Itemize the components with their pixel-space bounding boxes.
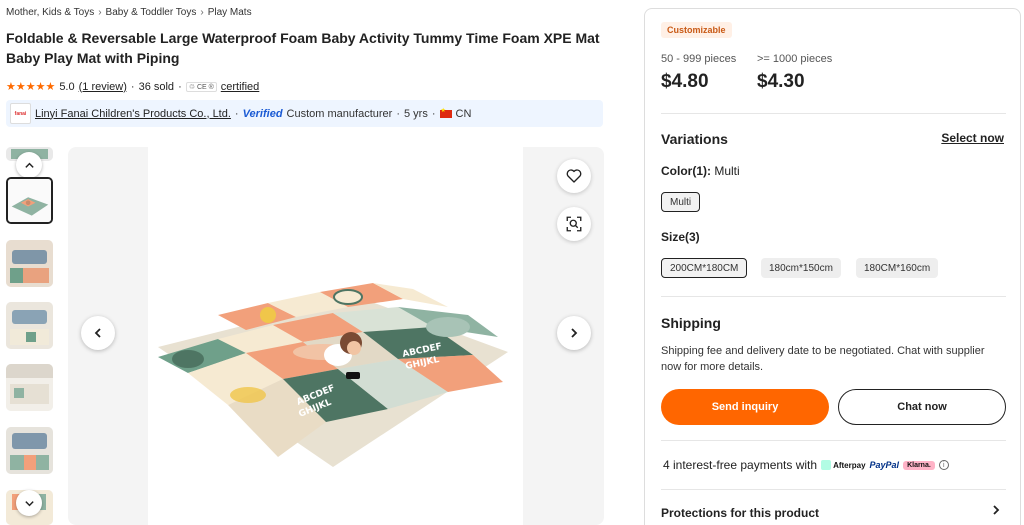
price-tier-quantity: >= 1000 pieces — [757, 53, 833, 65]
mat-thumbnail-graphic — [8, 179, 51, 222]
supplier-bar: fanai Linyi Fanai Children's Products Co… — [6, 100, 603, 127]
price-tier-price: $4.30 — [757, 71, 805, 92]
thumbnails-down-button[interactable] — [16, 490, 42, 516]
supplier-logo[interactable]: fanai — [10, 103, 31, 124]
afterpay-logo: Afterpay — [821, 460, 866, 470]
divider — [661, 113, 1006, 114]
rating-stars-icon: ★★★★★ — [6, 81, 56, 93]
color-label-text: Color(1): — [661, 164, 711, 178]
verified-badge[interactable]: Verified — [243, 108, 283, 120]
size-option-180x150[interactable]: 180cm*150cm — [761, 258, 841, 278]
purchase-panel: Customizable 50 - 999 pieces $4.80 >= 10… — [644, 8, 1021, 525]
supplier-name-link[interactable]: Linyi Fanai Children's Products Co., Ltd… — [35, 108, 231, 120]
color-label: Color(1): Multi — [661, 164, 740, 178]
thumbnail-image[interactable] — [6, 302, 53, 349]
price-tier-price: $4.80 — [661, 71, 709, 92]
next-image-button[interactable] — [557, 316, 591, 350]
thumbnail-image-selected[interactable] — [6, 177, 53, 224]
chevron-left-icon — [94, 328, 101, 338]
afterpay-label: Afterpay — [833, 460, 866, 470]
thumbnail-image[interactable] — [6, 240, 53, 287]
mat-thumbnail-graphic — [6, 240, 53, 287]
afterpay-icon — [821, 460, 832, 470]
chevron-up-icon — [24, 162, 34, 168]
size-option-200x180[interactable]: 200CM*180CM — [661, 258, 748, 278]
price-tier-quantity: 50 - 999 pieces — [661, 53, 737, 65]
price-tier: 50 - 999 pieces $4.80 — [661, 53, 736, 93]
image-search-button[interactable] — [557, 207, 591, 241]
favorite-button[interactable] — [557, 159, 591, 193]
supplier-country: CN — [455, 107, 472, 120]
size-label: Size(3) — [661, 230, 700, 244]
size-label-text: Size(3) — [661, 230, 700, 244]
variations-title: Variations — [661, 131, 728, 147]
dot-separator: · — [396, 107, 400, 120]
breadcrumb: Mother, Kids & Toys › Baby & Toddler Toy… — [6, 7, 252, 18]
customizable-badge: Customizable — [661, 22, 732, 38]
china-flag-icon — [439, 107, 452, 118]
send-inquiry-button[interactable]: Send inquiry — [661, 389, 829, 425]
supplier-type: Custom manufacturer — [286, 107, 393, 120]
shipping-title: Shipping — [661, 315, 721, 331]
breadcrumb-item-mother-kids-toys[interactable]: Mother, Kids & Toys — [6, 7, 94, 18]
scan-search-icon — [566, 216, 582, 232]
paypal-logo: PayPal — [869, 460, 900, 470]
heart-icon — [566, 169, 582, 183]
select-now-link[interactable]: Select now — [941, 131, 1004, 145]
divider — [661, 489, 1006, 490]
color-value: Multi — [714, 164, 740, 178]
chevron-right-icon — [571, 328, 578, 338]
mat-thumbnail-graphic — [6, 427, 53, 474]
thumbnails-up-button[interactable] — [16, 152, 42, 178]
reviews-link[interactable]: (1 review) — [79, 81, 127, 93]
mat-thumbnail-graphic — [6, 302, 53, 349]
divider — [661, 296, 1006, 297]
shipping-description: Shipping fee and delivery date to be neg… — [661, 345, 985, 373]
breadcrumb-separator-icon: › — [200, 7, 204, 18]
payments-text: 4 interest-free payments with — [663, 458, 818, 472]
mat-thumbnail-graphic — [6, 364, 53, 411]
divider — [661, 440, 1006, 441]
breadcrumb-item-baby-toddler-toys[interactable]: Baby & Toddler Toys — [106, 7, 197, 18]
previous-image-button[interactable] — [81, 316, 115, 350]
protections-link[interactable]: Protections for this product — [661, 506, 819, 520]
chat-now-button[interactable]: Chat now — [838, 389, 1006, 425]
dot-separator: · — [178, 80, 182, 93]
price-tier: >= 1000 pieces $4.30 — [757, 53, 832, 93]
product-photo: ABCDEF GHIJKL ABCDEF GHIJKL — [148, 147, 523, 525]
thumbnail-strip — [6, 147, 54, 525]
main-product-image[interactable]: ABCDEF GHIJKL ABCDEF GHIJKL — [68, 147, 604, 525]
certified-link[interactable]: certified — [221, 81, 260, 93]
klarna-logo: Klarna. — [903, 460, 935, 470]
product-title: Foldable & Reversable Large Waterproof F… — [6, 30, 600, 66]
dot-separator: · — [234, 107, 239, 120]
play-mat-illustration: ABCDEF GHIJKL ABCDEF GHIJKL — [158, 283, 508, 467]
payment-options: 4 interest-free payments with Afterpay P… — [663, 458, 949, 472]
dot-separator: · — [431, 107, 436, 120]
certification-badges-icon[interactable]: ♲ CE ® — [185, 81, 217, 92]
sold-count: 36 sold — [138, 80, 175, 93]
size-option-180x160[interactable]: 180CM*160cm — [856, 258, 939, 278]
dot-separator: · — [130, 80, 135, 93]
supplier-years: 5 yrs — [403, 107, 428, 120]
thumbnail-image[interactable] — [6, 364, 53, 411]
chevron-down-icon — [24, 500, 34, 506]
rating-value: 5.0 — [59, 80, 75, 93]
breadcrumb-separator-icon: › — [98, 7, 102, 18]
info-icon[interactable]: i — [938, 460, 949, 470]
breadcrumb-item-play-mats[interactable]: Play Mats — [208, 7, 252, 18]
color-option-multi[interactable]: Multi — [661, 192, 701, 212]
chevron-right-icon[interactable] — [990, 503, 1002, 519]
rating-row: ★★★★★ 5.0 (1 review) · 36 sold · ♲ CE ® … — [6, 80, 260, 94]
thumbnail-image[interactable] — [6, 427, 53, 474]
